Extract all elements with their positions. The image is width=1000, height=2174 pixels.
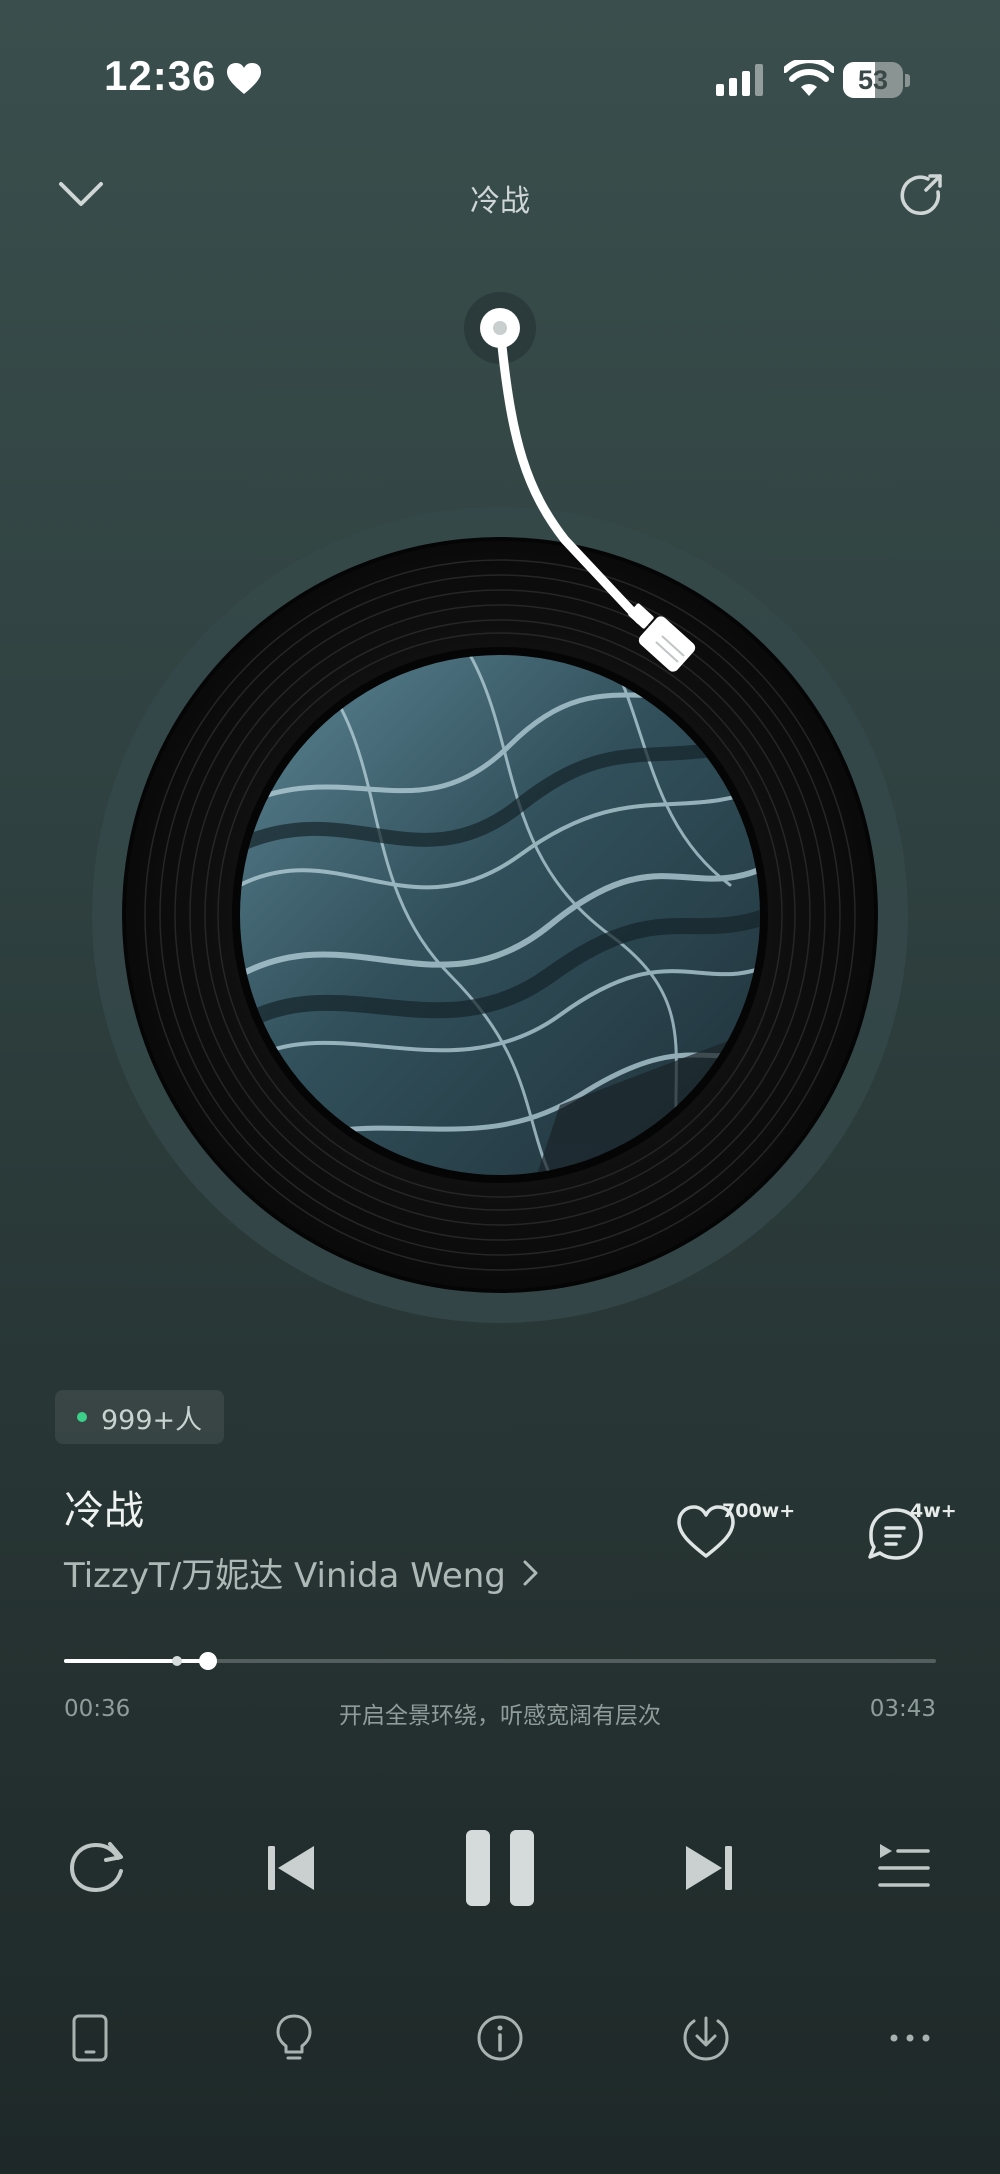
artist-link[interactable]: TizzyT/万妮达 Vinida Weng — [64, 1548, 540, 1597]
wifi-icon — [784, 60, 834, 96]
progress-thumb[interactable] — [198, 1652, 217, 1670]
playlist-icon[interactable] — [876, 1842, 932, 1894]
progress-bar[interactable] — [64, 1652, 936, 1670]
like-count: 700w+ — [722, 1500, 796, 1522]
battery-icon: 53 — [843, 62, 913, 100]
repeat-icon[interactable] — [66, 1838, 130, 1896]
chevron-right-icon — [523, 1560, 538, 1585]
live-dot — [77, 1412, 87, 1422]
tonearm — [464, 292, 696, 672]
page-title: 冷战 — [470, 184, 530, 219]
more-icon[interactable] — [884, 2012, 936, 2064]
heart-icon — [227, 63, 261, 94]
signal-icon — [716, 64, 763, 96]
next-icon[interactable] — [680, 1840, 736, 1896]
battery-level: 53 — [857, 65, 889, 95]
share-icon[interactable] — [896, 170, 948, 222]
surround-tip[interactable]: 开启全景环绕，听感宽阔有层次 — [0, 1696, 1000, 1730]
comment-count: 4w+ — [910, 1500, 957, 1522]
previous-icon[interactable] — [264, 1840, 320, 1896]
total-time: 03:43 — [869, 1696, 936, 1722]
artist-name: TizzyT/万妮达 Vinida Weng — [64, 1556, 506, 1596]
lightbulb-icon[interactable] — [268, 2012, 320, 2064]
status-time: 12:36 — [104, 52, 217, 99]
listeners-badge[interactable]: 999+人 — [55, 1390, 225, 1444]
download-icon[interactable] — [680, 2012, 732, 2064]
song-title: 冷战 — [64, 1488, 144, 1534]
listeners-count: 999+人 — [101, 1404, 203, 1436]
info-icon[interactable] — [474, 2012, 526, 2064]
pause-icon[interactable] — [460, 1826, 540, 1910]
phone-icon[interactable] — [64, 2012, 116, 2064]
played-fill — [64, 1659, 208, 1663]
buffer-marker — [172, 1656, 183, 1666]
